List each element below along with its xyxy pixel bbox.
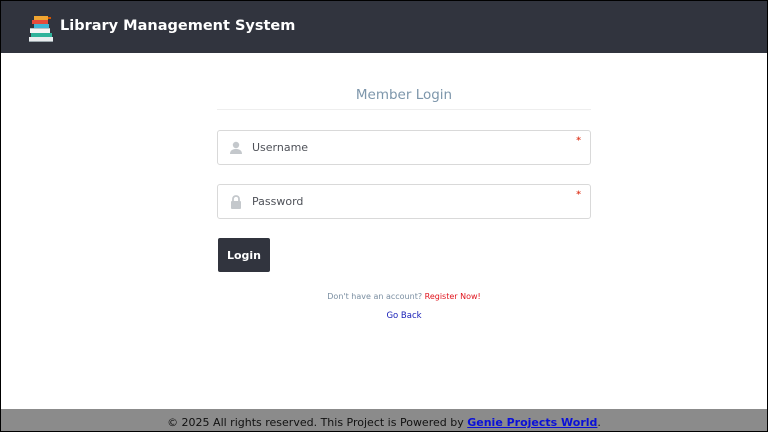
go-back-link[interactable]: Go Back: [386, 311, 421, 321]
password-field[interactable]: Password *: [217, 184, 591, 219]
register-prompt-text: Don't have an account?: [327, 292, 423, 301]
title-divider: [217, 109, 591, 110]
top-navbar: Library Management System: [1, 1, 767, 53]
books-stack-icon[interactable]: [28, 13, 56, 43]
required-marker: *: [576, 136, 581, 146]
register-prompt-line: Don't have an account? Register Now!: [217, 292, 591, 301]
register-link[interactable]: Register Now!: [425, 292, 481, 301]
required-marker: *: [576, 190, 581, 200]
lock-icon: [228, 194, 244, 210]
login-button[interactable]: Login: [218, 238, 270, 272]
footer-suffix: .: [597, 416, 601, 429]
footer: © 2025 All rights reserved. This Project…: [1, 409, 767, 431]
go-back-line: Go Back: [217, 311, 591, 321]
username-placeholder: Username: [252, 141, 309, 154]
password-placeholder: Password: [252, 195, 304, 208]
login-title: Member Login: [355, 87, 453, 103]
footer-link[interactable]: Genie Projects World: [467, 416, 597, 429]
username-field[interactable]: Username *: [217, 130, 591, 165]
app-title: Library Management System: [60, 18, 296, 34]
page: Library Management System Member Login U…: [0, 0, 768, 432]
footer-text: © 2025 All rights reserved. This Project…: [167, 416, 468, 429]
user-icon: [228, 140, 244, 156]
